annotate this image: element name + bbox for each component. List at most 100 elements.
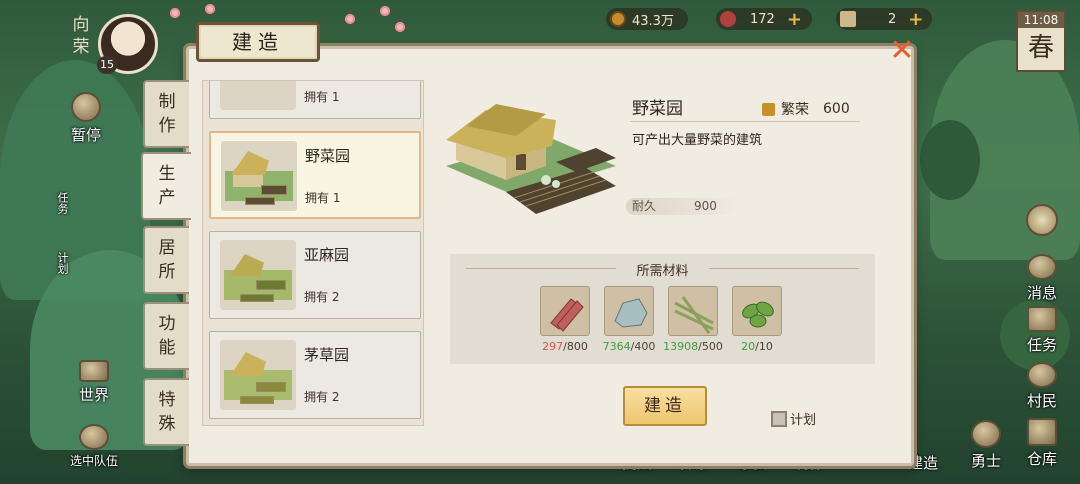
crop-field (245, 197, 275, 205)
tab-residence-label: 居 所 (158, 238, 176, 282)
detail-building-name: 野菜园 (632, 99, 683, 119)
building-name: 亚麻园 (304, 246, 350, 264)
pause-label: 暂停 (70, 126, 101, 144)
message-label: 消息 (1026, 284, 1057, 302)
team-icon (79, 424, 109, 450)
copper-coin-icon (610, 11, 626, 27)
build-button[interactable]: 建造 (623, 386, 707, 426)
task-side-button[interactable]: 任务 (46, 192, 78, 217)
material-have: 20 (741, 340, 756, 353)
plan-checkbox[interactable]: 计划 (771, 409, 816, 428)
pause-icon (71, 92, 101, 122)
checkbox-box[interactable] (771, 410, 787, 427)
add-gem-button[interactable]: + (787, 9, 802, 30)
tab-special[interactable]: 特 殊 (143, 378, 189, 446)
season-label: 春 (1027, 33, 1054, 63)
building-description: 可产出大量野菜的建筑 (632, 133, 763, 148)
material-need: /10 (755, 340, 773, 353)
crop-field (256, 280, 286, 290)
flower-icon (1026, 204, 1058, 236)
building-item[interactable]: 亚麻园 拥有 2 (209, 231, 421, 319)
building-list[interactable]: 拥有 1 野菜园 拥有 1 亚麻园 拥有 2 茅草园 拥有 2 (202, 80, 424, 426)
plan-side-button[interactable]: 计划 (46, 252, 78, 277)
bamboo-icon (668, 286, 718, 336)
close-button[interactable]: ✕ (888, 36, 916, 66)
player-level: 15 (97, 56, 117, 74)
panel-title: 建造 (196, 22, 320, 62)
gem-counter: 172 + (716, 8, 812, 30)
quest-scroll-icon (1027, 306, 1057, 332)
quest-button[interactable]: 任务 (1014, 306, 1070, 355)
building-name: 野菜园 (305, 147, 351, 165)
tab-craft[interactable]: 制 作 (143, 80, 189, 148)
add-ticket-button[interactable]: + (908, 9, 923, 30)
prestige-title: 向荣 (72, 15, 90, 57)
tab-residence[interactable]: 居 所 (143, 226, 189, 294)
message-icon (1027, 254, 1057, 280)
material-have: 7364 (602, 340, 631, 353)
blossom-decoration (205, 4, 215, 14)
material-have: 13908 (663, 340, 699, 353)
message-button[interactable]: 消息 (1014, 254, 1070, 303)
tab-production-label: 生 产 (158, 164, 176, 208)
selected-team-button[interactable]: 选中队伍 (62, 424, 126, 469)
material-item[interactable]: 7364/400 (602, 286, 655, 353)
villager-label: 村民 (1026, 392, 1057, 410)
ticket-amount: 2 (888, 11, 897, 27)
plan-side-label: 计划 (56, 252, 69, 274)
building-name: 茅草园 (304, 346, 350, 364)
tab-production[interactable]: 生 产 (141, 152, 191, 220)
building-item[interactable]: 茅草园 拥有 2 (209, 331, 421, 419)
divider (630, 121, 860, 122)
materials-panel: 所需材料 297/800 7364/400 13908/500 20/10 (450, 254, 875, 364)
warehouse-label: 仓库 (1026, 450, 1057, 468)
prosperity-stat: 繁荣 600 (762, 99, 850, 119)
building-thumbnail (221, 141, 297, 211)
copper-counter: 43.3万 (606, 8, 688, 30)
gem-icon (720, 11, 736, 27)
blossom-decoration (345, 14, 355, 24)
material-item[interactable]: 13908/500 (663, 286, 723, 353)
time-season-box[interactable]: 11:08 春 (1016, 10, 1066, 72)
quest-label: 任务 (1026, 336, 1057, 354)
building-owned: 拥有 2 (304, 390, 340, 404)
ticket-icon (840, 11, 856, 27)
material-have: 297 (542, 340, 564, 353)
game-time: 11:08 (1018, 12, 1064, 28)
close-icon: ✕ (889, 33, 915, 68)
building-item[interactable]: 拥有 1 (209, 81, 421, 119)
pause-button[interactable]: 暂停 (58, 92, 114, 145)
stone-icon (604, 286, 654, 336)
background-tree (920, 120, 980, 200)
warrior-button[interactable]: 勇士 (958, 420, 1014, 471)
building-item-selected[interactable]: 野菜园 拥有 1 (209, 131, 421, 219)
prosperity-value: 600 (823, 101, 850, 117)
building-thumbnail (220, 81, 296, 110)
durability-label: 耐久 (632, 199, 657, 213)
crop-field (240, 294, 274, 302)
material-item[interactable]: 297/800 (540, 286, 590, 353)
building-thumbnail (220, 340, 296, 410)
crop-field (240, 396, 274, 404)
building-owned: 拥有 1 (304, 90, 340, 104)
blossom-decoration (380, 6, 390, 16)
building-illustration (446, 104, 616, 214)
world-icon (79, 360, 109, 382)
blossom-decoration (395, 22, 405, 32)
tab-function[interactable]: 功 能 (143, 302, 189, 370)
tab-special-label: 特 殊 (158, 390, 176, 434)
crop-field (261, 185, 287, 195)
copper-amount: 43.3万 (632, 13, 674, 29)
world-button[interactable]: 世界 (66, 360, 122, 405)
warrior-icon (971, 420, 1001, 448)
warehouse-button[interactable]: 仓库 (1014, 418, 1070, 469)
villager-button[interactable]: 村民 (1014, 362, 1070, 411)
material-item[interactable]: 20/10 (732, 286, 782, 353)
blossom-decoration (170, 8, 180, 18)
durability-value: 900 (694, 199, 717, 213)
tab-function-label: 功 能 (158, 314, 176, 358)
tile-icon (540, 286, 590, 336)
plan-label: 计划 (790, 413, 817, 428)
world-label: 世界 (78, 386, 109, 404)
flower-button[interactable] (1014, 204, 1070, 238)
